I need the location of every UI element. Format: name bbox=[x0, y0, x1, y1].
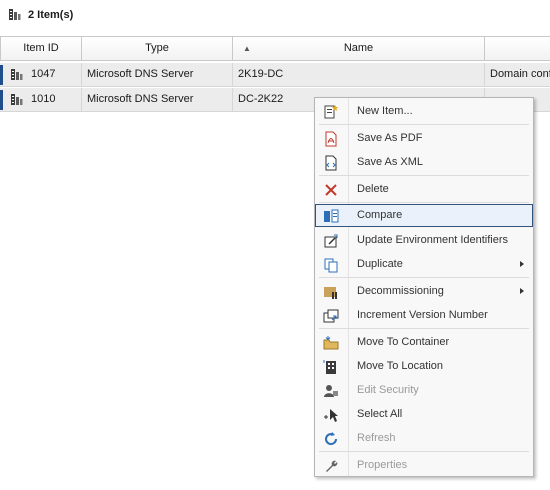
menu-item-label: Duplicate bbox=[357, 258, 403, 270]
menu-item-edit-security[interactable]: Edit Security bbox=[315, 379, 533, 402]
update-identifiers-icon bbox=[324, 234, 338, 248]
column-header-extra[interactable] bbox=[484, 36, 550, 61]
menu-separator bbox=[319, 277, 529, 278]
context-menu: New Item... Save As PDF Save As XML Dele… bbox=[314, 97, 534, 477]
menu-item-label: Compare bbox=[357, 209, 403, 221]
menu-separator bbox=[319, 124, 529, 125]
menu-item-label: Select All bbox=[357, 408, 403, 420]
move-container-icon bbox=[323, 336, 339, 350]
pdf-icon bbox=[325, 131, 337, 147]
duplicate-icon bbox=[324, 258, 338, 273]
menu-item-save-as-pdf[interactable]: Save As PDF bbox=[315, 127, 533, 150]
menu-item-decommissioning[interactable]: Decommissioning bbox=[315, 280, 533, 303]
row-selection-marker bbox=[0, 90, 3, 110]
menu-item-move-to-container[interactable]: Move To Container bbox=[315, 331, 533, 354]
menu-separator bbox=[319, 202, 529, 203]
move-location-icon bbox=[323, 360, 336, 374]
xml-icon bbox=[325, 155, 337, 171]
menu-item-compare[interactable]: Compare bbox=[315, 204, 533, 227]
menu-item-properties[interactable]: Properties bbox=[315, 454, 533, 477]
cell-type: Microsoft DNS Server bbox=[82, 88, 233, 112]
item-count-label: 2 Item(s) bbox=[28, 9, 74, 21]
cell-type: Microsoft DNS Server bbox=[82, 63, 233, 87]
submenu-arrow-icon bbox=[520, 261, 524, 267]
increment-version-icon bbox=[323, 309, 339, 323]
menu-separator bbox=[319, 175, 529, 176]
menu-item-increment-version-number[interactable]: Increment Version Number bbox=[315, 304, 533, 327]
new-item-icon bbox=[324, 105, 338, 119]
menu-item-label: Save As PDF bbox=[357, 132, 423, 144]
cell-name: 2K19-DC bbox=[233, 63, 485, 87]
menu-item-update-environment-identifiers[interactable]: Update Environment Identifiers bbox=[315, 229, 533, 252]
cell-extra: Domain conf bbox=[485, 63, 550, 87]
refresh-icon bbox=[325, 432, 338, 446]
select-all-icon bbox=[324, 409, 338, 422]
dns-server-icon bbox=[11, 94, 23, 105]
menu-item-label: Decommissioning bbox=[357, 285, 444, 297]
menu-item-select-all[interactable]: Select All bbox=[315, 403, 533, 426]
server-list-icon bbox=[9, 9, 21, 20]
column-header-name-label: Name bbox=[343, 42, 374, 54]
menu-item-label: Increment Version Number bbox=[357, 309, 488, 321]
compare-icon bbox=[324, 209, 339, 223]
menu-item-label: Properties bbox=[357, 459, 408, 471]
menu-item-label: New Item... bbox=[357, 105, 413, 117]
menu-item-label: Update Environment Identifiers bbox=[357, 234, 509, 246]
menu-separator bbox=[319, 451, 529, 452]
column-header-type[interactable]: Type bbox=[81, 36, 233, 61]
cell-item-id: 1047 bbox=[0, 63, 82, 87]
submenu-arrow-icon bbox=[520, 288, 524, 294]
menu-item-label: Save As XML bbox=[357, 156, 424, 168]
results-header: 2 Item(s) bbox=[0, 0, 550, 30]
sort-ascending-icon: ▲ bbox=[243, 44, 251, 53]
delete-x-icon bbox=[325, 184, 337, 196]
cell-item-id: 1010 bbox=[0, 88, 82, 112]
table-row[interactable]: 1047 Microsoft DNS Server 2K19-DC Domain… bbox=[0, 63, 550, 87]
menu-item-label: Delete bbox=[357, 183, 389, 195]
menu-separator bbox=[319, 328, 529, 329]
menu-item-move-to-location[interactable]: Move To Location bbox=[315, 355, 533, 378]
dns-server-icon bbox=[11, 69, 23, 80]
menu-item-refresh[interactable]: Refresh bbox=[315, 427, 533, 450]
menu-item-delete[interactable]: Delete bbox=[315, 178, 533, 201]
item-id-value: 1010 bbox=[31, 93, 56, 105]
menu-item-label: Move To Location bbox=[357, 360, 444, 372]
item-id-value: 1047 bbox=[31, 68, 56, 80]
security-icon bbox=[324, 385, 338, 397]
column-header-name[interactable]: ▲ Name bbox=[232, 36, 485, 61]
menu-item-label: Refresh bbox=[357, 432, 396, 444]
menu-item-duplicate[interactable]: Duplicate bbox=[315, 253, 533, 276]
menu-item-new-item[interactable]: New Item... bbox=[315, 100, 533, 123]
menu-item-label: Edit Security bbox=[357, 384, 419, 396]
wrench-icon bbox=[326, 460, 338, 472]
column-header-item-id[interactable]: Item ID bbox=[0, 36, 82, 61]
row-selection-marker bbox=[0, 65, 3, 85]
menu-item-save-as-xml[interactable]: Save As XML bbox=[315, 151, 533, 174]
decommission-icon bbox=[324, 287, 337, 299]
menu-item-label: Move To Container bbox=[357, 336, 450, 348]
